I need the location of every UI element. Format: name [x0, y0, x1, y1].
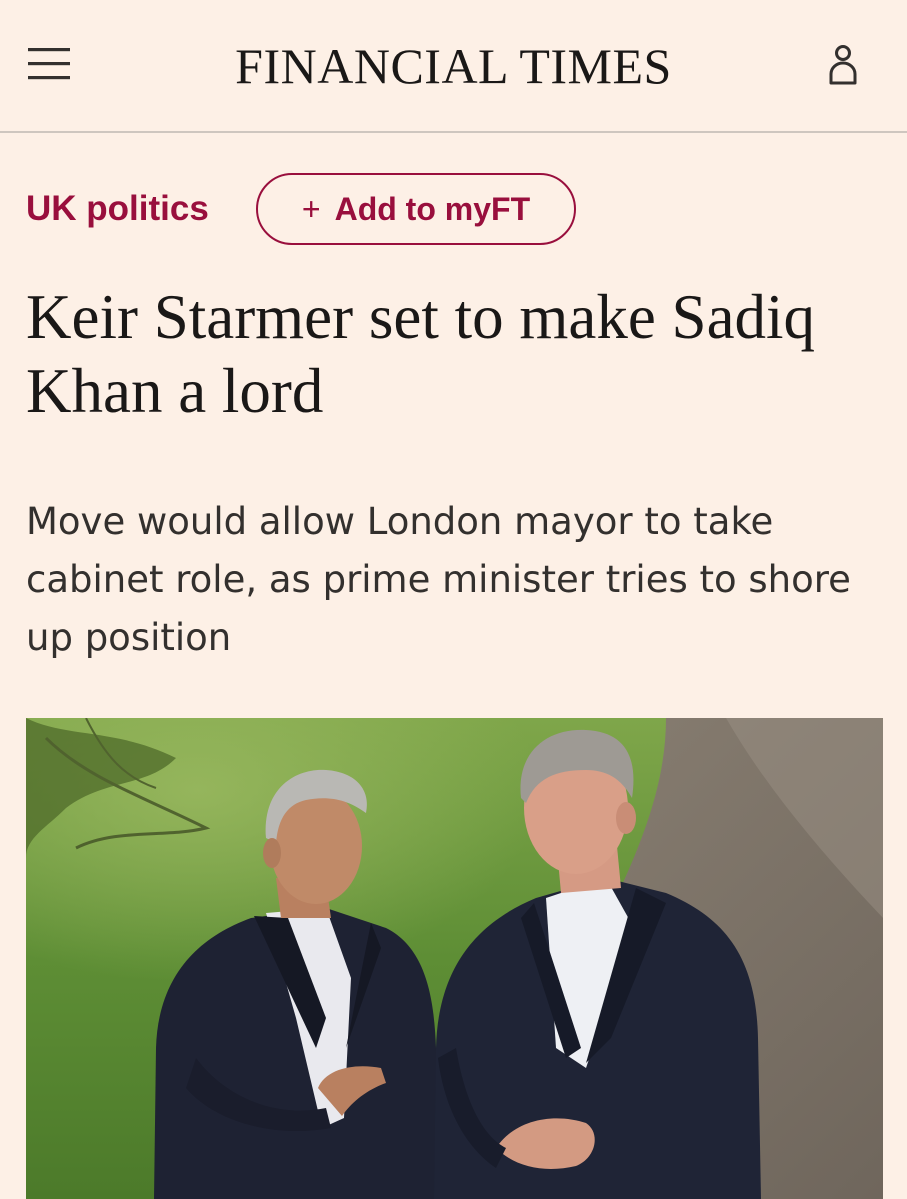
article-standfirst: Move would allow London mayor to take ca…: [26, 500, 851, 659]
add-to-myft-button[interactable]: + Add to myFT: [256, 173, 576, 245]
masthead-logo[interactable]: FINANCIAL TIMES: [0, 36, 907, 96]
add-to-myft-label: Add to myFT: [334, 191, 531, 227]
article-headline: Keir Starmer set to make Sadiq Khan a lo…: [26, 282, 816, 426]
topic-link-uk-politics[interactable]: UK politics: [26, 186, 209, 232]
article-main-image: [26, 718, 883, 1199]
top-bar: FINANCIAL TIMES: [0, 0, 907, 133]
article-photo-illustration: [26, 718, 883, 1199]
plus-icon: +: [301, 191, 321, 227]
user-icon[interactable]: [826, 44, 860, 86]
